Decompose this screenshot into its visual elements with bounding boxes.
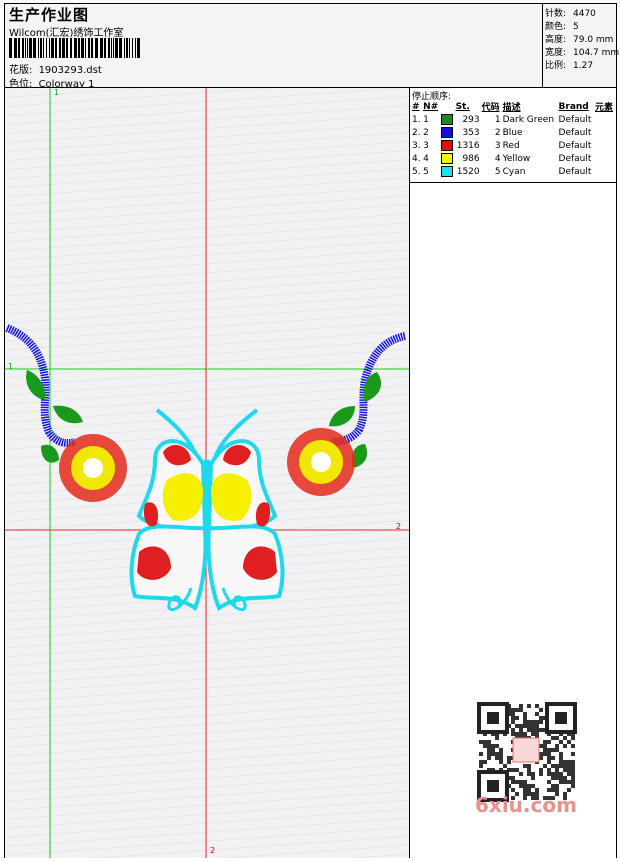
left-leaf-mid xyxy=(53,405,83,424)
row-index: 5. xyxy=(412,166,421,177)
right-flower-center xyxy=(311,452,331,472)
row-needle: 2 xyxy=(423,127,429,138)
sheet-header: 生产作业图 Wilcom(汇宏)绣饰工作室 花版: 1903293.dst 色位… xyxy=(5,4,542,90)
row-description: Red xyxy=(502,140,520,151)
guide-label-h1: 1 xyxy=(8,362,14,371)
row-stitches: 1316 xyxy=(456,140,480,151)
color-swatch xyxy=(440,153,453,164)
row-description: Yellow xyxy=(502,153,531,164)
left-leaf-top xyxy=(26,370,46,400)
color-swatch xyxy=(440,127,453,138)
row-code: 4 xyxy=(494,153,501,164)
table-row: 2. 2 353 2 Blue Default xyxy=(411,126,615,139)
row-needle: 5 xyxy=(423,166,429,177)
stat-height: 高度: 79.0 mm xyxy=(545,35,614,45)
row-needle: 1 xyxy=(423,114,429,125)
col-index: # xyxy=(412,101,420,112)
stop-sequence-table: # N# St. 代码 描述 Brand 元素 1. 1 293 1 Dark Gree… xyxy=(411,100,615,178)
table-header-row: # N# St. 代码 描述 Brand 元素 xyxy=(411,100,615,114)
row-description: Blue xyxy=(502,127,523,138)
table-row: 4. 4 986 4 Yellow Default xyxy=(411,152,615,165)
row-stitches: 293 xyxy=(462,114,480,125)
row-index: 3. xyxy=(412,140,421,151)
right-leaf-top xyxy=(363,372,382,402)
watermark-text: 6xiu.com xyxy=(475,793,577,817)
stop-sequence-box: 停止顺序: # N# St. 代码 描述 Brand 元素 1. 1 293 1 Dar… xyxy=(410,88,616,183)
sheet-title: 生产作业图 xyxy=(9,6,90,24)
row-brand: Default xyxy=(558,153,592,164)
row-index: 4. xyxy=(412,153,421,164)
row-brand: Default xyxy=(558,127,592,138)
row-index: 2. xyxy=(412,127,421,138)
row-needle: 3 xyxy=(423,140,429,151)
row-code: 1 xyxy=(494,114,501,125)
guide-label-h2: 2 xyxy=(396,522,402,531)
col-needle: N# xyxy=(423,101,439,112)
col-code: 代码 xyxy=(481,103,500,113)
col-brand: Brand xyxy=(558,101,589,112)
row-description: Dark Green xyxy=(502,114,555,125)
col-stitches: St. xyxy=(455,101,470,112)
production-sheet: 生产作业图 Wilcom(汇宏)绣饰工作室 花版: 1903293.dst 色位… xyxy=(4,3,620,858)
table-row: 1. 1 293 1 Dark Green Default xyxy=(411,113,615,126)
table-row: 5. 5 1520 5 Cyan Default xyxy=(411,165,615,178)
color-swatch xyxy=(440,166,453,177)
row-code: 3 xyxy=(494,140,501,151)
left-flower-center xyxy=(83,458,103,478)
company-name: Wilcom(汇宏)绣饰工作室 xyxy=(9,28,124,39)
barcode xyxy=(9,38,140,58)
table-row: 3. 3 1316 3 Red Default xyxy=(411,139,615,152)
row-code: 5 xyxy=(494,166,501,177)
stat-colors: 颜色: 5 xyxy=(545,22,579,32)
design-file-row: 花版: 1903293.dst xyxy=(9,61,102,76)
embroidery-preview xyxy=(5,88,409,858)
stat-stitches: 针数: 4470 xyxy=(545,9,596,19)
row-code: 2 xyxy=(494,127,501,138)
design-stats: 针数: 4470 颜色: 5 高度: 79.0 mm 宽度: 104.7 mm 比例: 1… xyxy=(542,4,620,88)
row-needle: 4 xyxy=(423,153,429,164)
guide-label-v2: 2 xyxy=(210,846,216,855)
color-swatch xyxy=(440,114,453,125)
col-element: 元素 xyxy=(595,103,614,113)
design-canvas[interactable]: 1 1 2 2 xyxy=(5,88,410,858)
row-description: Cyan xyxy=(502,166,526,177)
stat-scale: 比例: 1.27 xyxy=(545,61,594,71)
stop-sequence-panel: 停止顺序: # N# St. 代码 描述 Brand 元素 1. 1 293 1 Dar… xyxy=(410,88,616,858)
row-brand: Default xyxy=(558,166,592,177)
color-swatch xyxy=(440,140,453,151)
row-stitches: 353 xyxy=(462,127,480,138)
right-leaf-mid xyxy=(329,406,355,427)
row-brand: Default xyxy=(558,140,592,151)
left-leaf-low xyxy=(41,444,59,463)
stat-width: 宽度: 104.7 mm xyxy=(545,48,620,58)
row-brand: Default xyxy=(558,114,592,125)
row-stitches: 1520 xyxy=(456,166,480,177)
butterfly xyxy=(129,408,285,612)
col-description: 描述 xyxy=(502,103,521,113)
row-index: 1. xyxy=(412,114,421,125)
row-stitches: 986 xyxy=(462,153,480,164)
guide-label-v1: 1 xyxy=(54,88,60,97)
